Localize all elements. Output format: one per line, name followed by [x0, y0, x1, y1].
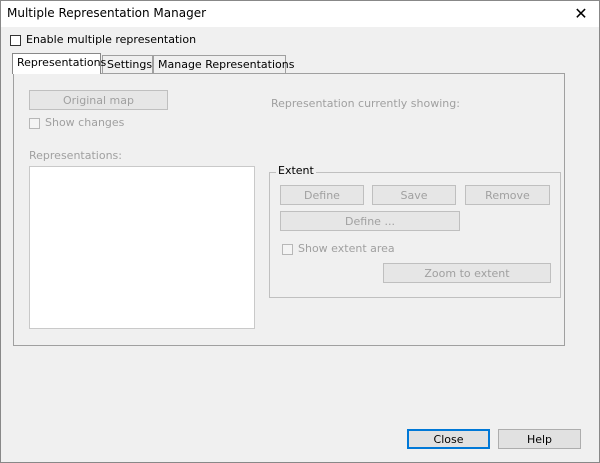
enable-multiple-representation-checkbox[interactable] [10, 35, 21, 46]
enable-multiple-representation-label[interactable]: Enable multiple representation [26, 33, 196, 46]
window-title: Multiple Representation Manager [7, 6, 207, 20]
dialog-window: Multiple Representation Manager ✕ Enable… [0, 0, 600, 463]
close-icon[interactable]: ✕ [571, 4, 591, 24]
show-changes-label[interactable]: Show changes [45, 116, 124, 129]
tab-representations[interactable]: Representations [12, 53, 106, 74]
remove-button[interactable]: Remove [465, 185, 550, 205]
show-extent-area-label[interactable]: Show extent area [298, 242, 395, 255]
extent-group-title: Extent [276, 164, 316, 177]
show-extent-area-checkbox[interactable] [282, 244, 293, 255]
show-changes-checkbox[interactable] [29, 118, 40, 129]
representations-listbox[interactable] [29, 166, 255, 329]
title-bar: Multiple Representation Manager ✕ [1, 1, 599, 27]
tab-settings[interactable]: Settings [102, 55, 153, 73]
original-map-button[interactable]: Original map [29, 90, 168, 110]
define-more-button[interactable]: Define ... [280, 211, 460, 231]
define-button[interactable]: Define [280, 185, 364, 205]
representations-label: Representations: [29, 149, 122, 162]
save-button[interactable]: Save [372, 185, 456, 205]
zoom-to-extent-button[interactable]: Zoom to extent [383, 263, 551, 283]
tab-manage-representations[interactable]: Manage Representations [153, 55, 294, 73]
representation-showing-label: Representation currently showing: [271, 97, 460, 110]
close-button[interactable]: Close [407, 429, 490, 449]
help-button[interactable]: Help [498, 429, 581, 449]
